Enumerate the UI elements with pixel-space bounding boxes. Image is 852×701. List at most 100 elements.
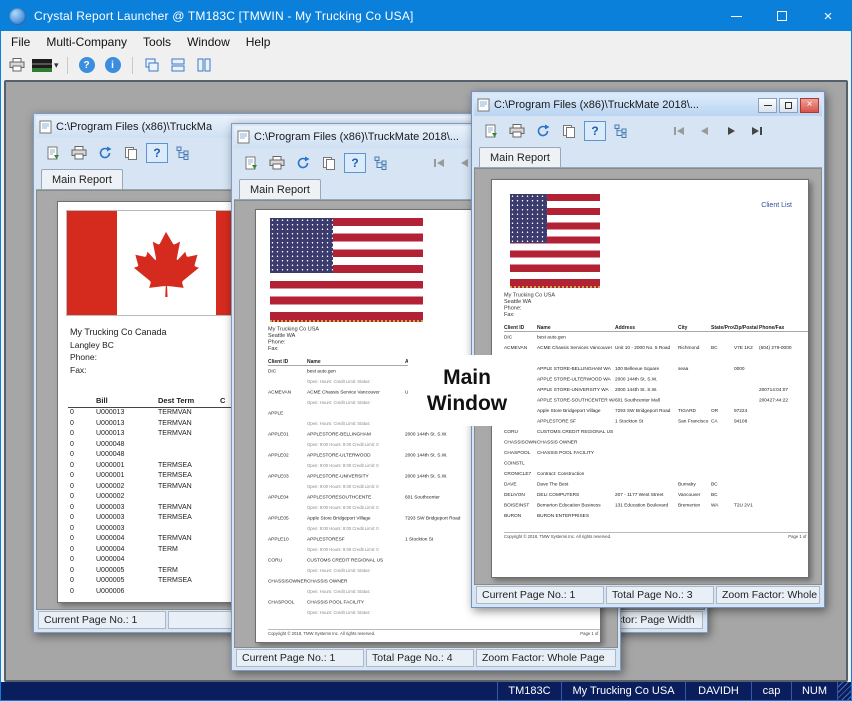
total-page-indicator: Total Page No.: 4 bbox=[366, 649, 474, 667]
printer-icon bbox=[71, 146, 87, 160]
menu-item[interactable]: Tools bbox=[135, 32, 179, 52]
company-block: My Trucking Co USA Seattle WA Phone: Fax… bbox=[504, 292, 809, 318]
last-page-button[interactable] bbox=[746, 121, 768, 141]
resize-grip[interactable] bbox=[837, 682, 851, 700]
copy-icon bbox=[124, 146, 138, 160]
column-header: Name bbox=[307, 359, 405, 365]
table-row: APPLE04 APPLE STORE-SOUTHCENTER WA 601 S… bbox=[504, 395, 809, 406]
app-statusbar: TM183C My Trucking Co USA DAVIDH cap NUM bbox=[1, 682, 851, 700]
refresh-button[interactable] bbox=[94, 143, 116, 163]
cascade-windows-button[interactable] bbox=[140, 55, 164, 76]
window-title: C:\Program Files (x86)\TruckMate 2018\..… bbox=[254, 131, 459, 143]
first-page-button[interactable] bbox=[668, 121, 690, 141]
table-row: DAVE Dave The Best Burnaby BC bbox=[504, 479, 809, 490]
group-tree-icon bbox=[614, 124, 628, 138]
copy-icon bbox=[562, 124, 576, 138]
tab-main-report[interactable]: Main Report bbox=[41, 169, 123, 189]
menu-item[interactable]: Window bbox=[179, 32, 238, 52]
us-flag-image bbox=[510, 194, 600, 288]
app-titlebar[interactable]: Crystal Report Launcher @ TM183C [TMWIN … bbox=[1, 1, 851, 31]
flag-canton bbox=[510, 194, 547, 243]
report-document-icon bbox=[237, 130, 250, 144]
tab-main-report[interactable]: Main Report bbox=[479, 147, 561, 167]
table-row: CORU CUSTOMS CREDIT REGIONAL US bbox=[504, 427, 809, 438]
column-header: Client ID bbox=[504, 325, 537, 331]
table-row: APPLE01 APPLE STORE-BELLINGHAM WA 100 Be… bbox=[504, 364, 809, 375]
column-header: City bbox=[678, 325, 711, 331]
about-button[interactable]: i bbox=[101, 55, 125, 76]
close-icon: × bbox=[807, 100, 813, 110]
zoom-factor-indicator: Zoom Factor: Whole Page bbox=[476, 649, 616, 667]
group-tree-button[interactable] bbox=[172, 143, 194, 163]
toolbar-separator bbox=[132, 57, 133, 74]
help-toggle-button[interactable]: ? bbox=[344, 153, 366, 173]
export-button[interactable] bbox=[240, 153, 262, 173]
export-button[interactable] bbox=[480, 121, 502, 141]
prev-page-button[interactable] bbox=[694, 121, 716, 141]
help-button[interactable]: ? bbox=[75, 55, 99, 76]
table-row: COINSTL bbox=[504, 458, 809, 469]
question-mark-icon: ? bbox=[351, 156, 358, 170]
group-tree-button[interactable] bbox=[370, 153, 392, 173]
table-row: ACMEVAN ACME Chassis Services Vancouver … bbox=[504, 343, 809, 354]
minimize-button[interactable] bbox=[713, 1, 759, 31]
cascade-windows-icon bbox=[144, 57, 160, 73]
print-button[interactable] bbox=[68, 143, 90, 163]
app-toolbar: ▾ ? i bbox=[1, 53, 851, 77]
maximize-button[interactable] bbox=[779, 98, 798, 113]
print-button[interactable] bbox=[266, 153, 288, 173]
main-window-label: Main Window bbox=[408, 355, 526, 426]
close-button[interactable]: × bbox=[805, 1, 851, 31]
close-button[interactable]: × bbox=[800, 98, 819, 113]
next-page-button[interactable] bbox=[720, 121, 742, 141]
menu-item[interactable]: Multi-Company bbox=[38, 32, 135, 52]
window-title: C:\Program Files (x86)\TruckMa bbox=[56, 121, 212, 133]
copy-button[interactable] bbox=[318, 153, 340, 173]
copy-button[interactable] bbox=[558, 121, 580, 141]
printer-icon bbox=[509, 124, 525, 138]
help-toggle-button[interactable]: ? bbox=[584, 121, 606, 141]
company-block: My Trucking Co Canada Langley BC Phone: … bbox=[70, 326, 167, 376]
group-tree-button[interactable] bbox=[610, 121, 632, 141]
print-button[interactable] bbox=[5, 55, 29, 76]
group-tree-icon bbox=[374, 156, 388, 170]
menu-item[interactable]: File bbox=[3, 32, 38, 52]
report-statusbar: Current Page No.: 1 Total Page No.: 3 Zo… bbox=[474, 585, 822, 605]
export-button[interactable] bbox=[42, 143, 64, 163]
maximize-button[interactable] bbox=[759, 1, 805, 31]
company-name: My Trucking Co Canada bbox=[70, 326, 167, 339]
table-row: APPLE03 APPLE STORE-UNIVERSITY WA 2000 1… bbox=[504, 385, 809, 396]
tile-vertical-button[interactable] bbox=[192, 55, 216, 76]
print-button[interactable] bbox=[506, 121, 528, 141]
refresh-button[interactable] bbox=[532, 121, 554, 141]
tab-main-report[interactable]: Main Report bbox=[239, 179, 321, 199]
status-host: TM183C bbox=[497, 682, 561, 700]
maximize-icon bbox=[785, 102, 792, 109]
company-selector-dropdown[interactable]: ▾ bbox=[31, 55, 60, 76]
footer-page-number: Page 1 of 3 bbox=[788, 534, 809, 539]
first-page-button[interactable] bbox=[428, 153, 450, 173]
report-document-icon bbox=[477, 98, 490, 112]
refresh-icon bbox=[98, 146, 112, 160]
question-mark-icon: ? bbox=[591, 124, 598, 138]
menu-item[interactable]: Help bbox=[238, 32, 279, 52]
window-titlebar[interactable]: C:\Program Files (x86)\TruckMate 2018\..… bbox=[474, 94, 822, 116]
column-header: Bill bbox=[96, 396, 158, 405]
refresh-button[interactable] bbox=[292, 153, 314, 173]
minimize-icon bbox=[764, 105, 772, 106]
tile-horizontal-button[interactable] bbox=[166, 55, 190, 76]
report-document-icon bbox=[39, 120, 52, 134]
copy-button[interactable] bbox=[120, 143, 142, 163]
maximize-icon bbox=[777, 11, 787, 21]
help-toggle-button[interactable]: ? bbox=[146, 143, 168, 163]
report-viewport[interactable]: Client List My Trucking Co USA Seattle W… bbox=[474, 168, 822, 585]
report-window-client-list[interactable]: C:\Program Files (x86)\TruckMate 2018\..… bbox=[471, 91, 825, 608]
minimize-button[interactable] bbox=[758, 98, 777, 113]
export-icon bbox=[484, 124, 498, 138]
column-header: Zip/Postal bbox=[734, 325, 759, 331]
report-statusbar: Current Page No.: 1 Total Page No.: 4 Zo… bbox=[234, 648, 618, 668]
table-row: APPLE10 APPLESTORE SF 1 Stockton St San … bbox=[504, 416, 809, 427]
table-row: CRONICLE7 Contract: Construction bbox=[504, 469, 809, 480]
us-flag-image bbox=[270, 218, 423, 322]
report-footer: Copyright © 2018, TMW Systems Inc. All r… bbox=[504, 532, 809, 539]
